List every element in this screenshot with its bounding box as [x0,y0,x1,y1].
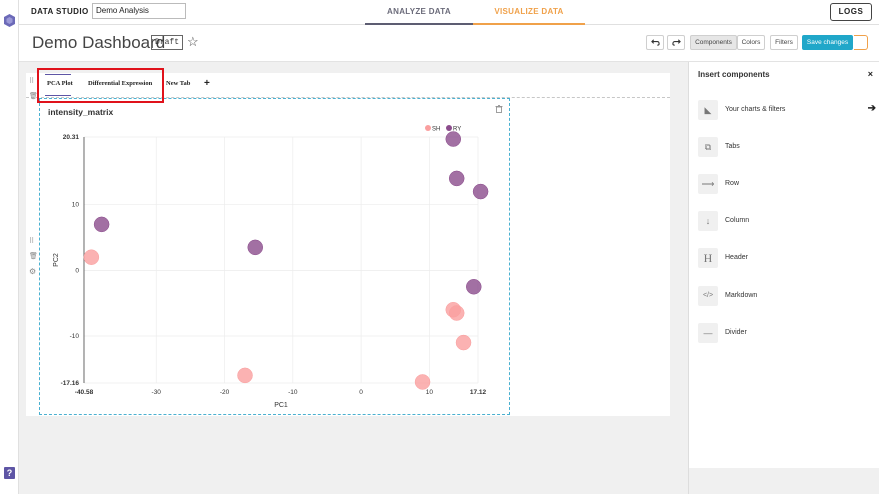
tab-analyze-data[interactable]: ANALYZE DATA [365,0,473,25]
x-tick-label: 17.12 [470,389,487,396]
data-point [472,183,489,200]
top-bar: DATA STUDIO Demo Analysis ANALYZE DATA V… [19,0,879,25]
tab-differential-expression[interactable]: Differential Expression [88,80,152,87]
component-row[interactable]: ⟶ Row [698,174,876,194]
insert-components-panel: Insert components × ◣ Your charts & filt… [688,62,879,468]
redo-icon [671,39,681,46]
y-tick-label: -17.16 [61,380,80,387]
row-arrow-icon: ⟶ [698,174,718,194]
more-button[interactable] [854,35,868,50]
component-header[interactable]: H Header [698,248,876,268]
status-badge: Draft [151,35,184,50]
legend-marker [425,125,431,131]
panel-footer [688,468,879,494]
left-sidebar: ? [0,0,19,494]
page-title[interactable]: Demo Dashboard [32,33,165,53]
component-your-charts[interactable]: ◣ Your charts & filters ➔ [698,100,876,120]
component-label: Header [725,254,748,261]
component-label: Your charts & filters [725,106,786,113]
tab-new-tab[interactable]: New Tab [166,80,190,87]
x-tick-label: 10 [426,389,434,396]
undo-icon [650,39,660,46]
column-arrow-icon: ↓ [698,211,718,231]
data-point [237,367,253,384]
brand-label: DATA STUDIO [31,7,89,16]
component-label: Tabs [725,143,740,150]
undo-button[interactable] [646,35,664,50]
x-tick-label: -40.58 [75,389,94,396]
x-tick-label: -10 [288,389,298,396]
close-icon[interactable]: × [868,69,873,79]
add-tab-button[interactable]: + [204,78,210,89]
component-tabs[interactable]: ⧉ Tabs [698,137,876,157]
drag-handle-icon[interactable]: ⠿ [29,237,34,245]
filters-button[interactable]: Filters [770,35,798,50]
trash-icon[interactable]: 🗑 [29,92,38,100]
drag-handle-icon[interactable]: ⠿ [29,77,34,85]
y-tick-label: 20.31 [63,134,80,141]
gear-icon[interactable]: ⚙ [29,267,36,276]
data-point [445,131,462,147]
scatter-plot[interactable]: -40.58 -30 -20 -10 0 10 17.12 20.31 10 0 -10 -17.16… [40,99,511,416]
x-tick-label: -30 [152,389,162,396]
redo-button[interactable] [667,35,685,50]
legend-marker [446,125,452,131]
dashboard-header: Demo Dashboard Draft ☆ Components Colors… [19,25,879,62]
star-outline-icon[interactable]: ☆ [187,34,199,50]
tab-pca-plot[interactable]: PCA Plot [45,74,73,96]
component-markdown[interactable]: </> Markdown [698,286,876,306]
data-point [93,216,110,233]
panel-title: Insert components [698,70,770,79]
chart-container[interactable]: intensity_matrix -40.58 -30 -20 -10 0 10 17.12… [39,98,510,415]
code-icon: </> [698,286,718,306]
component-divider[interactable]: — Divider [698,323,876,343]
components-button[interactable]: Components [690,35,737,50]
component-label: Row [725,180,740,187]
dashboard-tabs: PCA Plot Differential Expression New Tab… [26,73,670,98]
x-axis-label: PC1 [274,402,288,409]
data-point [448,170,465,187]
y-tick-label: 10 [72,202,80,209]
data-point [247,239,264,256]
x-tick-label: -20 [220,389,230,396]
tabs-icon: ⧉ [698,137,718,157]
header-h-icon: H [698,248,718,268]
tab-visualize-data[interactable]: VISUALIZE DATA [473,0,585,25]
colors-button[interactable]: Colors [737,35,765,50]
data-point [466,279,482,295]
logs-button[interactable]: LOGS [830,3,872,21]
data-point [455,334,472,351]
project-select[interactable]: Demo Analysis [92,3,186,19]
app-logo-icon[interactable] [4,14,15,27]
x-tick-label: 0 [359,389,363,396]
component-label: Markdown [725,292,758,299]
help-icon[interactable]: ? [4,467,15,479]
trash-icon[interactable]: 🗑 [29,252,38,260]
legend-label: SH [432,127,440,133]
chart-area-icon: ◣ [698,100,718,120]
data-point [83,249,100,265]
component-column[interactable]: ↓ Column [698,211,876,231]
arrow-right-icon[interactable]: ➔ [868,103,876,114]
data-point [414,374,431,390]
save-changes-button[interactable]: Save changes [802,35,853,50]
y-tick-label: 0 [75,267,79,274]
y-tick-label: -10 [70,333,80,340]
y-axis-label: PC2 [53,253,60,267]
data-point [448,305,465,321]
legend-label: RY [453,127,461,133]
component-label: Column [725,217,750,224]
divider-icon: — [698,323,718,343]
component-label: Divider [725,329,747,336]
